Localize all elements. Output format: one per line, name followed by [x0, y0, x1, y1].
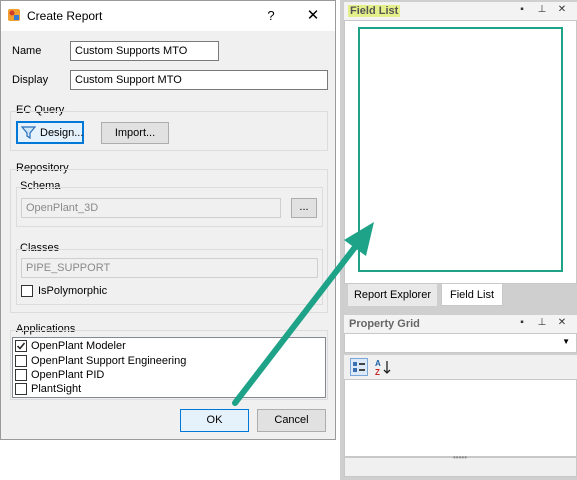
- annotation-arrow: [232, 222, 374, 406]
